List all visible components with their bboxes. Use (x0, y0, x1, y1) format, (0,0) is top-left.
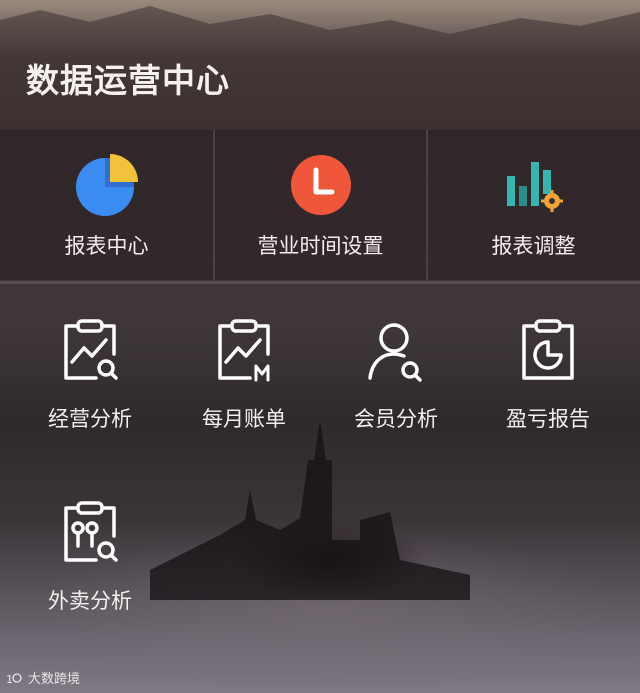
tool-label: 盈亏报告 (506, 407, 590, 431)
tool-label: 每月账单 (202, 407, 286, 431)
tile-report-adjust[interactable]: 报表调整 (426, 130, 639, 280)
tool-label: 外卖分析 (48, 589, 132, 613)
tool-business-analysis[interactable]: 经营分析 (20, 318, 160, 468)
tile-label: 营业时间设置 (257, 234, 384, 258)
clipboard-pin-search-icon (64, 501, 118, 562)
svg-text:1: 1 (6, 673, 13, 685)
page-title: 数据运营中心 (26, 61, 230, 100)
user-search-icon (368, 323, 422, 382)
tool-takeout-analysis[interactable]: 外卖分析 (20, 500, 160, 650)
tile-business-hours[interactable]: 营业时间设置 (213, 130, 426, 280)
clipboard-trend-search-icon (64, 319, 118, 380)
watermark: 1 大数跨境 (6, 668, 80, 687)
tile-label: 报表中心 (64, 234, 149, 258)
pie-chart-icon (75, 154, 138, 216)
tool-label: 会员分析 (354, 407, 438, 431)
tool-label: 经营分析 (48, 407, 132, 431)
tool-member-analysis[interactable]: 会员分析 (326, 318, 466, 468)
clock-icon (290, 155, 351, 215)
bar-settings-icon (506, 162, 563, 212)
tile-report-center[interactable]: 报表中心 (0, 130, 213, 280)
watermark-logo-icon: 1 (6, 673, 22, 685)
clipboard-trend-month-icon (218, 319, 270, 382)
watermark-text: 大数跨境 (28, 672, 81, 687)
section-divider (0, 281, 640, 284)
clipboard-pie-icon (522, 319, 574, 380)
top-tiles-row: 报表中心 营业时间设置 报表调整 (0, 130, 640, 280)
tool-monthly-bill[interactable]: 每月账单 (174, 318, 314, 468)
tile-label: 报表调整 (491, 234, 576, 258)
tool-profit-loss-report[interactable]: 盈亏报告 (478, 318, 618, 468)
